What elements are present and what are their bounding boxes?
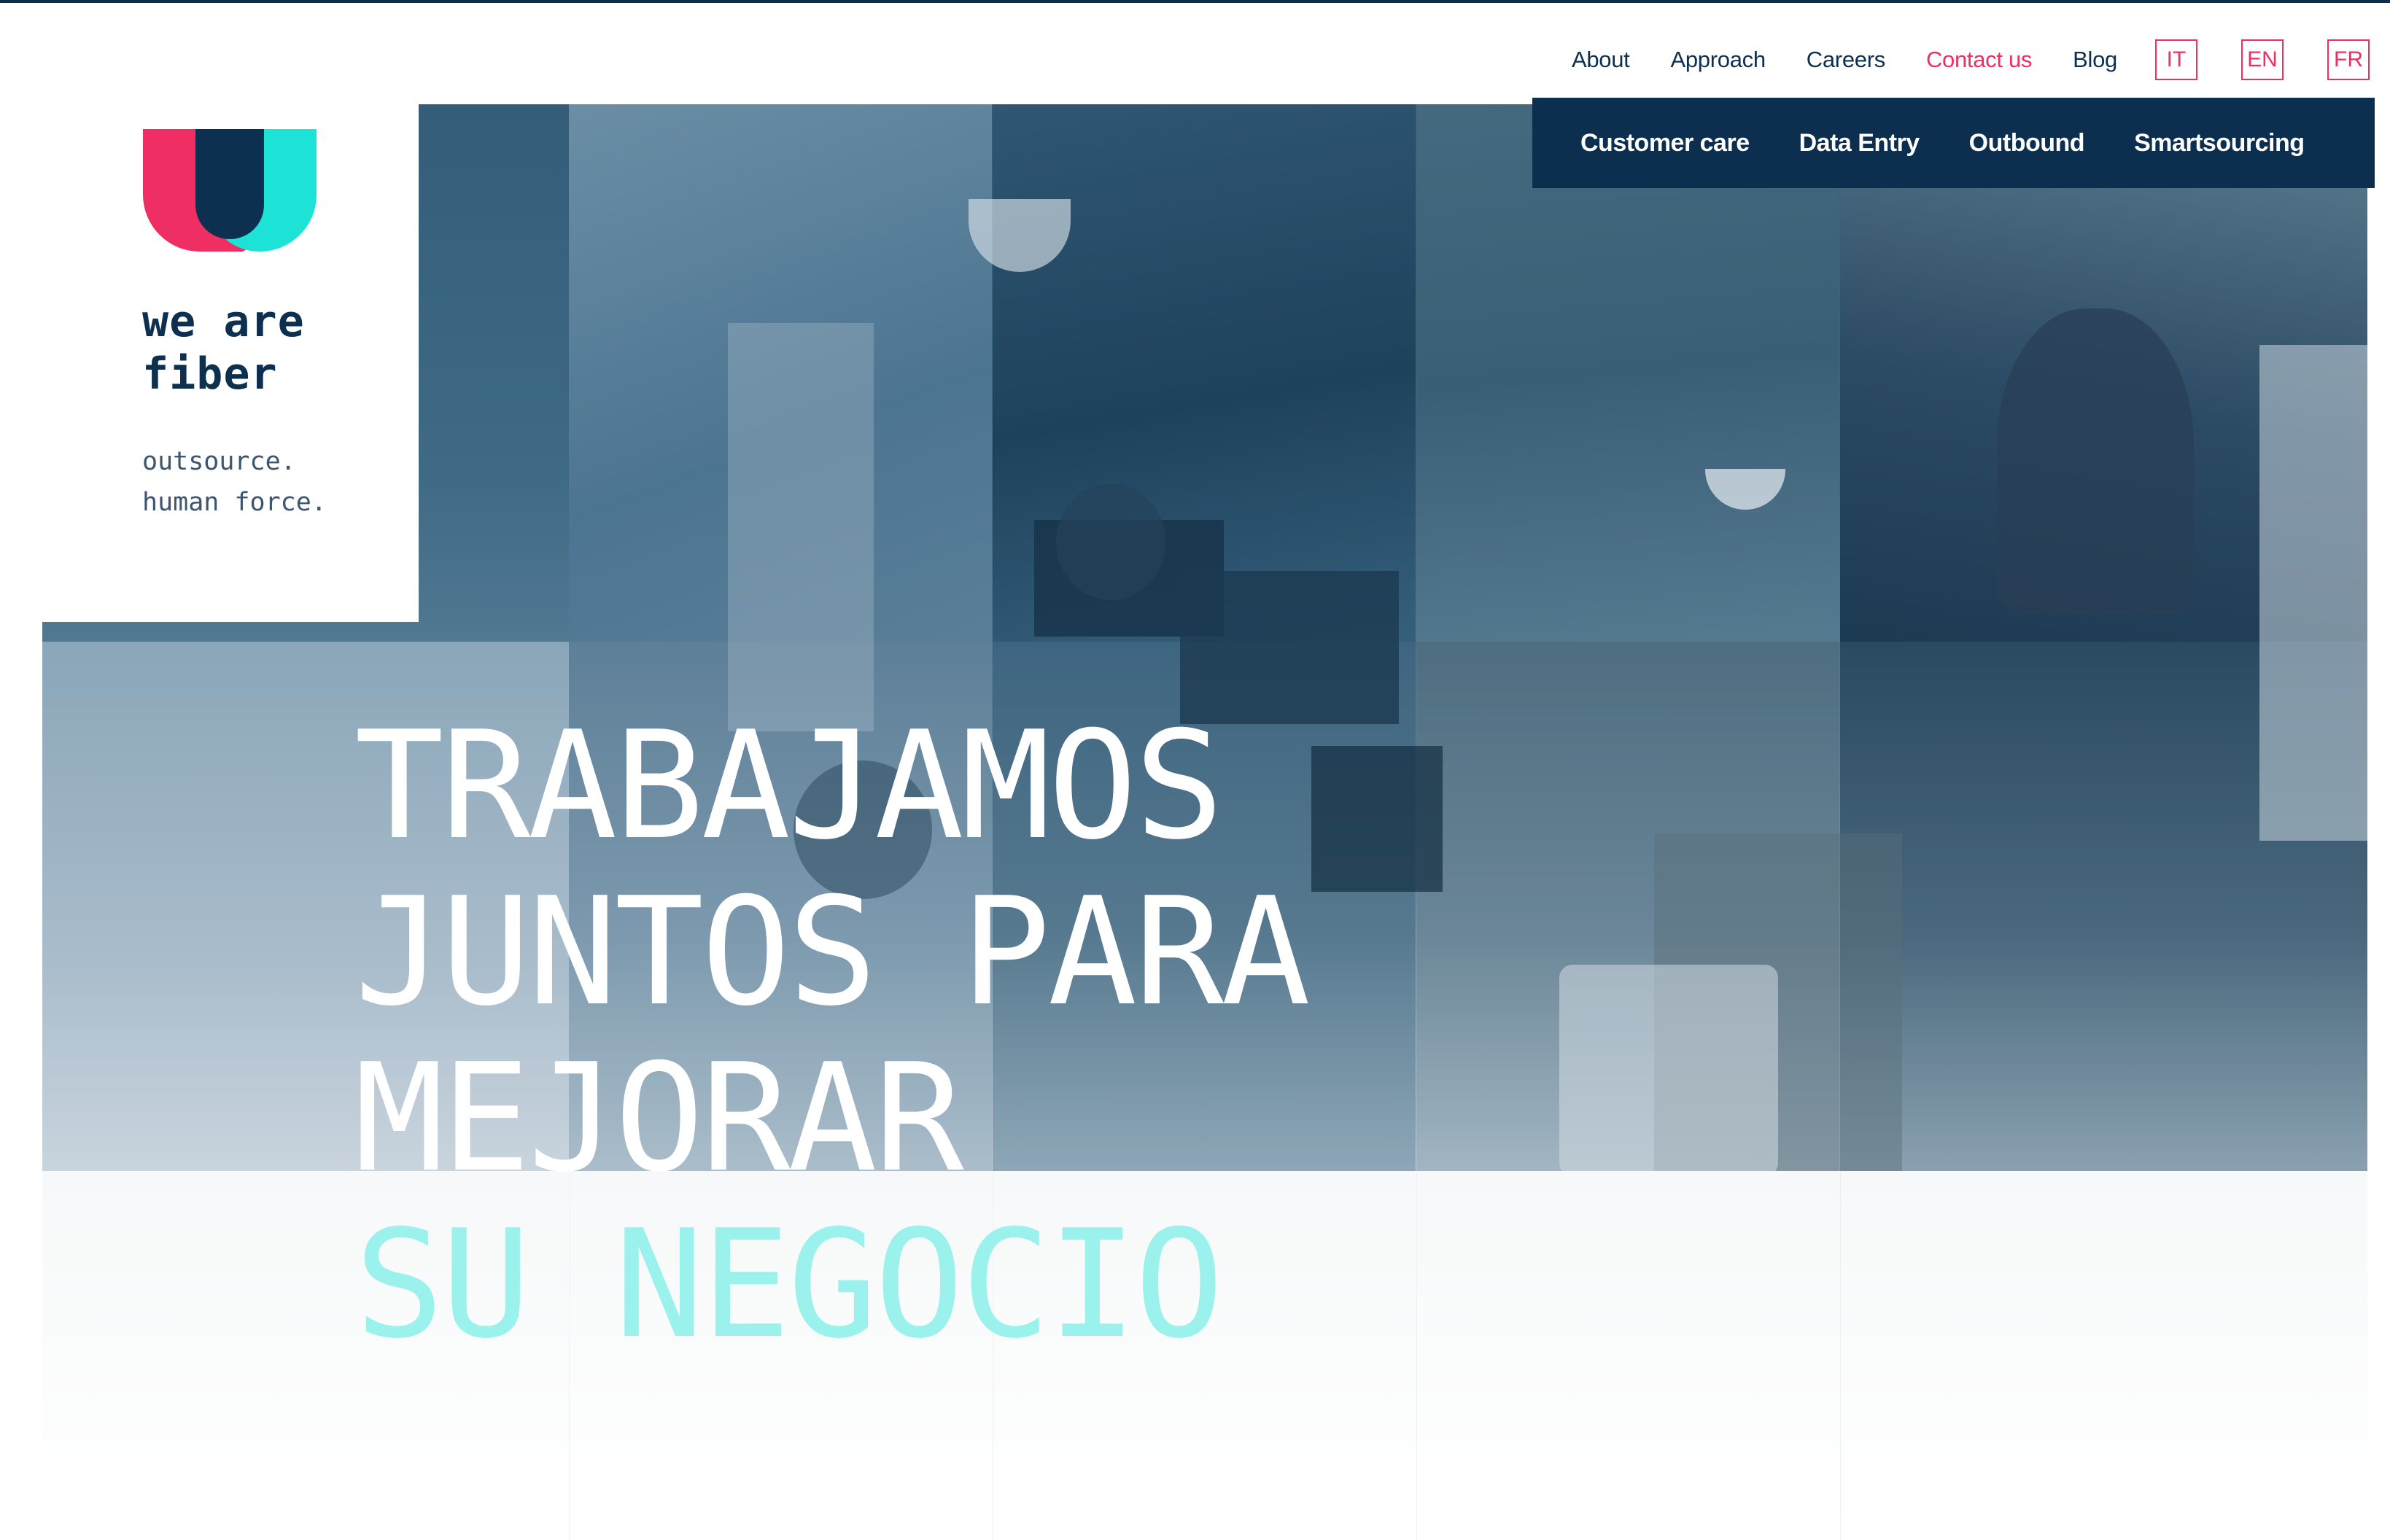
- logo-card[interactable]: we are fiber outsource. human force.: [42, 104, 419, 622]
- hero-headline-line3: MEJORAR: [354, 1032, 964, 1205]
- service-customer-care[interactable]: Customer care: [1580, 129, 1750, 158]
- hero-person-shape: [1056, 483, 1165, 600]
- brand-tagline: outsource. human force.: [142, 441, 327, 523]
- brand-name-line1: we are: [142, 296, 305, 347]
- nav-link-careers[interactable]: Careers: [1807, 47, 1885, 73]
- brand-wordmark: we are fiber: [142, 295, 305, 400]
- language-it-button[interactable]: IT: [2155, 39, 2197, 80]
- grid-line: [1840, 1171, 1841, 1540]
- service-smartsourcing[interactable]: Smartsourcing: [2134, 129, 2305, 158]
- hero-headline: TRABAJAMOS JUNTOS PARA MEJORAR SU NEGOCI…: [354, 700, 1311, 1372]
- nav-link-contact[interactable]: Contact us: [1926, 47, 2033, 73]
- hero-monitor-shape: [1311, 746, 1443, 892]
- top-border: [0, 0, 2390, 3]
- hero-wall-shape: [728, 323, 874, 731]
- brand-name-line2: fiber: [142, 349, 278, 400]
- service-outbound[interactable]: Outbound: [1969, 129, 2085, 158]
- brand-tagline-line1: outsource.: [142, 447, 296, 476]
- hero-headline-line4: SU NEGOCIO: [354, 1199, 1224, 1372]
- service-data-entry[interactable]: Data Entry: [1799, 129, 1920, 158]
- nav-link-blog[interactable]: Blog: [2073, 47, 2117, 73]
- services-menu: Customer care Data Entry Outbound Smarts…: [1532, 98, 2375, 188]
- language-fr-button[interactable]: FR: [2327, 39, 2370, 80]
- hero-headline-line2: JUNTOS PARA: [354, 866, 1311, 1039]
- nav-link-approach[interactable]: Approach: [1670, 47, 1766, 73]
- top-navigation: About Approach Careers Contact us Blog I…: [1531, 38, 2370, 82]
- hero-whiteboard-shape: [2259, 345, 2367, 841]
- nav-link-about[interactable]: About: [1572, 47, 1630, 73]
- hero-suitcase-shape: [1559, 965, 1778, 1171]
- hero-person-shape: [1997, 308, 2194, 615]
- grid-line: [1416, 1171, 1417, 1540]
- fiber-logo-icon: [143, 129, 317, 252]
- language-en-button[interactable]: EN: [2241, 39, 2284, 80]
- hero-headline-line1: TRABAJAMOS: [354, 700, 1224, 873]
- brand-tagline-line2: human force.: [142, 488, 327, 517]
